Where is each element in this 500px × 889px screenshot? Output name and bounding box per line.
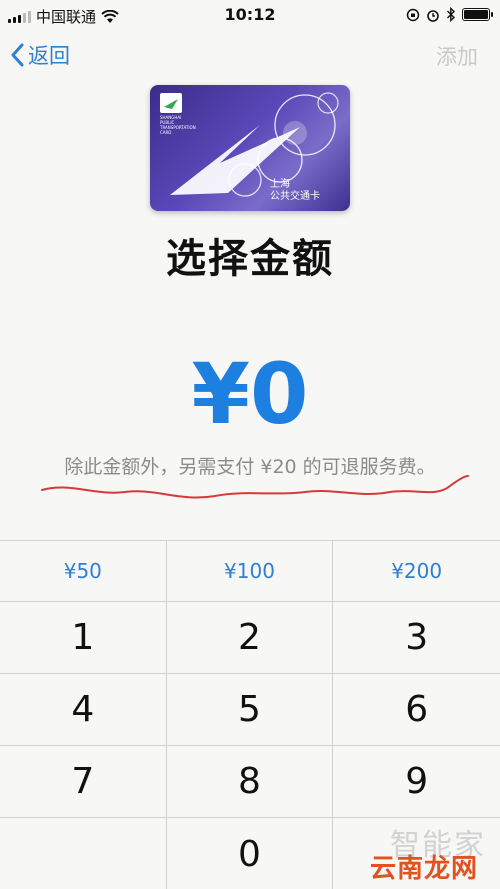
bluetooth-icon <box>447 7 456 22</box>
status-right <box>406 7 493 22</box>
key-5[interactable]: 5 <box>167 674 334 745</box>
card-name: 上海 公共交通卡 <box>270 179 320 202</box>
card-artwork <box>160 92 339 197</box>
preset-200-button[interactable]: ¥200 <box>333 541 500 601</box>
preset-row: ¥50 ¥100 ¥200 <box>0 541 500 602</box>
key-2[interactable]: 2 <box>167 602 334 673</box>
watermark: 云南龙网 <box>369 854 478 884</box>
key-4[interactable]: 4 <box>0 674 167 745</box>
key-0[interactable]: 0 <box>167 818 334 889</box>
orientation-lock-icon <box>406 8 420 21</box>
back-label: 返回 <box>28 44 70 68</box>
keypad-row: 1 2 3 <box>0 602 500 674</box>
preset-50-button[interactable]: ¥50 <box>0 541 167 601</box>
back-button[interactable]: 返回 <box>10 40 70 70</box>
card-brand: SHANGHAI PUBLIC TRANSPORTATION CARD <box>160 115 196 135</box>
key-1[interactable]: 1 <box>0 602 167 673</box>
key-3[interactable]: 3 <box>333 602 500 673</box>
red-underline-annotation <box>41 475 469 499</box>
key-7[interactable]: 7 <box>0 746 167 817</box>
key-blank <box>0 818 167 889</box>
key-8[interactable]: 8 <box>167 746 334 817</box>
key-6[interactable]: 6 <box>333 674 500 745</box>
transit-card-image: SHANGHAI PUBLIC TRANSPORTATION CARD 上海 公… <box>150 85 350 211</box>
keypad-row: 4 5 6 <box>0 674 500 746</box>
keypad-row: 7 8 9 <box>0 746 500 818</box>
key-9[interactable]: 9 <box>333 746 500 817</box>
chevron-left-icon <box>11 43 24 67</box>
alarm-icon <box>427 9 439 22</box>
add-button[interactable]: 添加 <box>436 41 478 71</box>
status-bar: 中国联通 10:12 <box>0 0 500 30</box>
battery-icon <box>462 8 493 21</box>
preset-100-button[interactable]: ¥100 <box>167 541 334 601</box>
page-title: 选择金额 <box>166 236 334 282</box>
amount-display: ¥0 <box>191 345 309 443</box>
